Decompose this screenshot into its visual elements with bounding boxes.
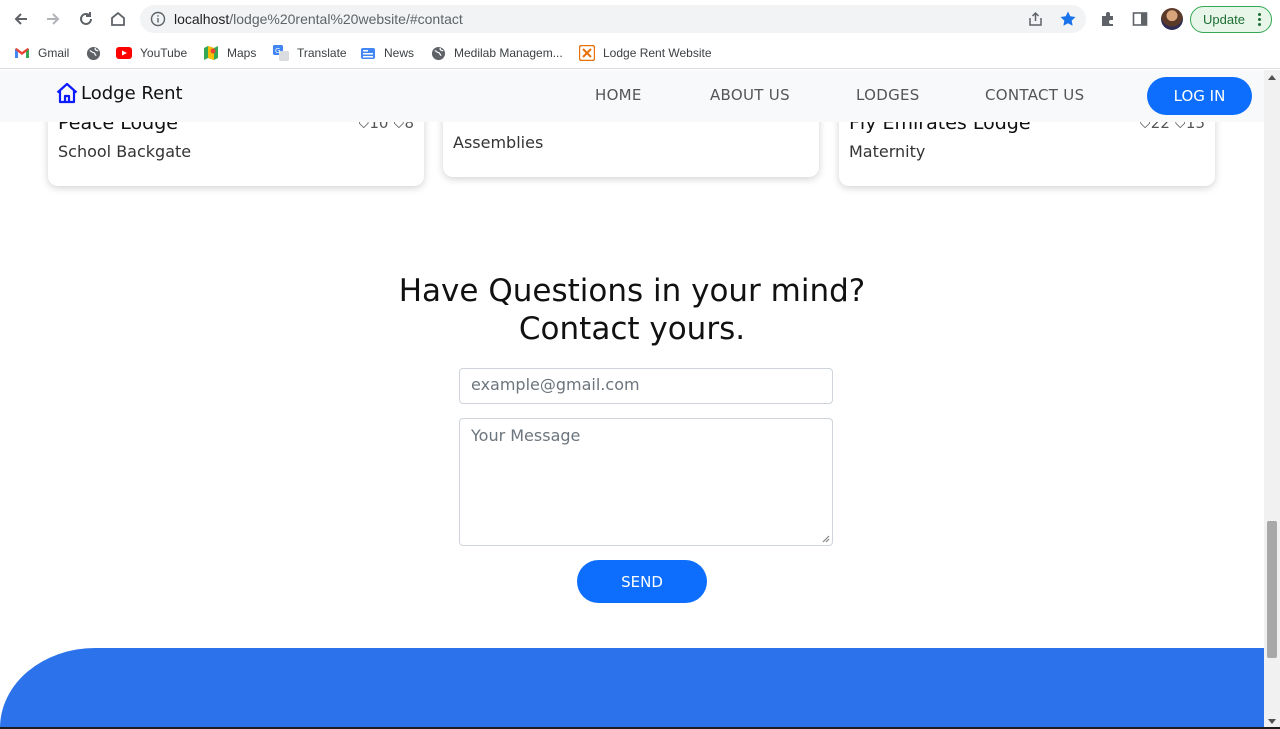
page-scrollbar[interactable] — [1264, 70, 1280, 729]
bookmark-label: Lodge Rent Website — [603, 46, 712, 60]
bookmark-translate[interactable]: G Translate — [273, 43, 347, 63]
svg-text:G: G — [275, 47, 280, 55]
bookmark-medilab[interactable]: Medilab Managem... — [430, 43, 563, 63]
bookmark-globe[interactable] — [85, 43, 101, 63]
home-button[interactable] — [106, 7, 130, 31]
reload-button[interactable] — [74, 7, 98, 31]
browser-toolbar: localhost/lodge%20rental%20website/#cont… — [0, 0, 1280, 38]
forward-button[interactable] — [41, 7, 65, 31]
youtube-icon — [116, 45, 132, 61]
update-button[interactable]: Update — [1190, 6, 1272, 33]
house-icon — [56, 82, 78, 104]
back-button[interactable] — [9, 7, 33, 31]
bookmark-lodge-rent[interactable]: Lodge Rent Website — [579, 43, 712, 63]
translate-icon: G — [273, 45, 289, 61]
nav-link-about-us[interactable]: ABOUT US — [710, 86, 790, 104]
bookmark-youtube[interactable]: YouTube — [116, 43, 187, 63]
footer-background — [0, 648, 1264, 729]
extensions-button[interactable] — [1096, 7, 1120, 31]
resize-grip-icon[interactable] — [822, 535, 830, 543]
nav-link-home[interactable]: HOME — [595, 86, 642, 104]
send-button[interactable]: SEND — [577, 560, 707, 603]
profile-avatar[interactable] — [1161, 8, 1183, 30]
bookmark-news[interactable]: News — [360, 43, 414, 63]
scroll-up-icon[interactable] — [1268, 75, 1276, 80]
back-arrow-icon — [14, 13, 27, 25]
message-placeholder: Your Message — [471, 426, 581, 445]
scroll-down-icon[interactable] — [1268, 719, 1276, 724]
login-button[interactable]: LOG IN — [1147, 77, 1252, 115]
bookmark-label: News — [384, 46, 415, 60]
contact-heading-line2: Contact yours. — [518, 311, 746, 347]
maps-icon — [203, 45, 219, 61]
gmail-icon — [14, 45, 30, 61]
message-field[interactable]: Your Message — [459, 418, 833, 546]
bookmarks-bar: Gmail YouTube Maps G Translate News Medi… — [0, 38, 1280, 69]
brand-logo[interactable]: Lodge Rent — [55, 81, 183, 105]
side-panel-icon — [1132, 12, 1148, 26]
bookmark-label: YouTube — [140, 46, 188, 60]
url-text: localhost/lodge%20rental%20website/#cont… — [174, 11, 463, 27]
bookmark-label: Medilab Managem... — [454, 46, 563, 60]
site-icon — [579, 45, 595, 61]
scrollbar-thumb[interactable] — [1267, 521, 1277, 658]
lodge-location: Assemblies — [453, 133, 544, 152]
url-host: localhost — [174, 11, 230, 27]
globe-icon — [85, 45, 101, 61]
home-icon — [111, 11, 125, 26]
nav-link-contact-us[interactable]: CONTACT US — [985, 86, 1084, 104]
share-icon[interactable] — [1027, 11, 1044, 28]
bookmark-gmail[interactable]: Gmail — [14, 43, 69, 63]
bookmark-star-icon[interactable] — [1059, 10, 1077, 28]
news-icon — [360, 45, 376, 61]
site-navbar: Lodge Rent HOME ABOUT US LODGES CONTACT … — [0, 70, 1264, 122]
update-label: Update — [1203, 12, 1245, 27]
bookmark-maps[interactable]: Maps — [203, 43, 256, 63]
lodge-location: School Backgate — [58, 142, 192, 161]
bookmark-label: Translate — [297, 46, 347, 60]
page-viewport: Peace Lodge ⛉10 ⛉8 School Backgate Assem… — [0, 70, 1264, 729]
address-bar[interactable]: localhost/lodge%20rental%20website/#cont… — [140, 5, 1086, 33]
globe-icon — [430, 45, 446, 61]
url-path: /lodge%20rental%20website/#contact — [229, 11, 463, 27]
bookmark-label: Gmail — [38, 46, 70, 60]
puzzle-icon — [1102, 12, 1113, 26]
reload-icon — [80, 12, 92, 25]
email-field[interactable]: example@gmail.com — [459, 368, 833, 404]
side-panel-button[interactable] — [1128, 7, 1152, 31]
site-info-icon[interactable] — [150, 11, 166, 27]
forward-arrow-icon — [47, 13, 60, 25]
lodge-location: Maternity — [849, 142, 926, 161]
contact-heading: Have Questions in your mind? Contact you… — [0, 272, 1264, 348]
brand-name: Lodge Rent — [81, 83, 183, 104]
contact-heading-line1: Have Questions in your mind? — [398, 273, 866, 309]
bookmark-label: Maps — [227, 46, 257, 60]
nav-link-lodges[interactable]: LODGES — [856, 86, 920, 104]
menu-dots-icon — [1258, 13, 1261, 28]
